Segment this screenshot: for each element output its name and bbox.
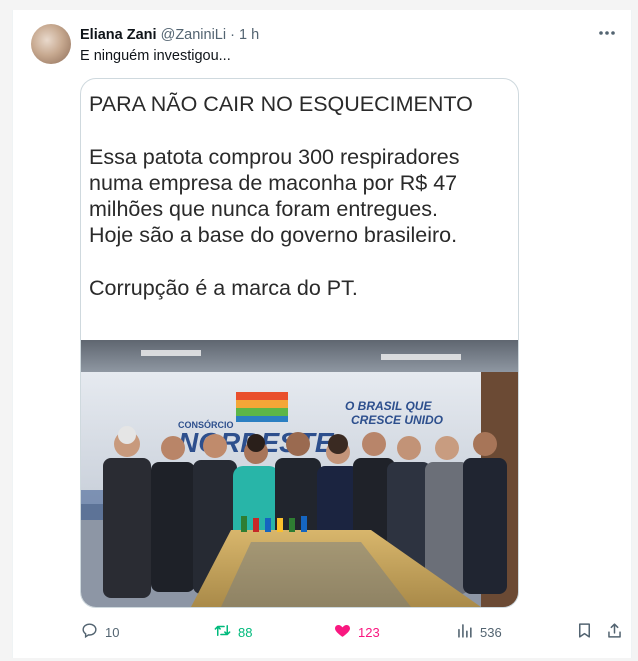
caption-line: Corrupção é a marca do PT. (89, 276, 358, 300)
more-icon[interactable] (597, 24, 617, 42)
reply-count: 10 (105, 624, 120, 640)
views-count: 536 (480, 624, 502, 640)
tweet-card[interactable]: Eliana Zani @ZaniniLi · 1 h E ninguém in… (12, 10, 632, 658)
tweet-time[interactable]: 1 h (239, 27, 259, 43)
tweet-actions: 10 88 123 536 (80, 620, 621, 644)
group-photo: CONSÓRCIO NORDESTE O BRASIL QUE CRESCE U… (81, 340, 518, 607)
nordeste-logo (236, 392, 288, 422)
banner-slogan-1: O BRASIL QUE (345, 399, 432, 413)
caption-line: Hoje são a base do governo brasileiro. (89, 223, 458, 247)
retweet-count: 88 (238, 624, 253, 640)
author-name[interactable]: Eliana Zani (80, 27, 157, 43)
views-button[interactable]: 536 (455, 620, 502, 644)
share-button[interactable] (605, 620, 624, 644)
views-icon (455, 621, 474, 643)
avatar[interactable] (31, 24, 71, 64)
share-icon (605, 621, 624, 643)
caption-line: Essa patota comprou 300 respiradores (89, 145, 460, 169)
caption-line: PARA NÃO CAIR NO ESQUECIMENTO (89, 92, 473, 116)
heart-icon (333, 621, 352, 643)
reply-icon (80, 621, 99, 643)
author-handle[interactable]: @ZaniniLi (161, 27, 227, 43)
bookmark-button[interactable] (575, 620, 594, 644)
banner-slogan-2: CRESCE UNIDO (351, 413, 444, 427)
image-caption: PARA NÃO CAIR NO ESQUECIMENTO Essa patot… (89, 91, 509, 301)
caption-line: numa empresa de maconha por R$ 47 (89, 171, 458, 195)
like-count: 123 (358, 624, 380, 640)
time-separator: · (230, 27, 235, 43)
bookmark-icon (575, 621, 594, 643)
tweet-text: E ninguém investigou... (80, 48, 231, 64)
like-button[interactable]: 123 (333, 620, 380, 644)
tweet-header: Eliana Zani @ZaniniLi · 1 h (80, 26, 259, 44)
reply-button[interactable]: 10 (80, 620, 119, 644)
caption-line: milhões que nunca foram entregues. (89, 197, 438, 221)
retweet-button[interactable]: 88 (213, 620, 252, 644)
retweet-icon (213, 621, 232, 643)
tweet-image[interactable]: PARA NÃO CAIR NO ESQUECIMENTO Essa patot… (80, 78, 519, 608)
